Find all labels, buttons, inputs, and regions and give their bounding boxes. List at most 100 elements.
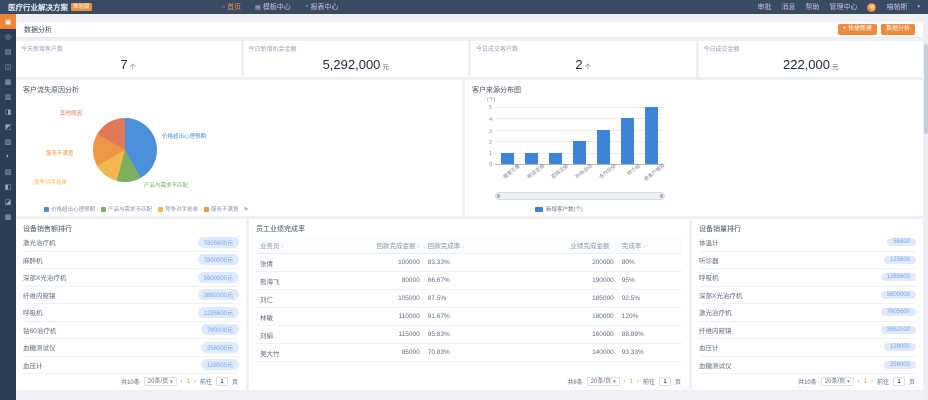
- page-size-select[interactable]: 20条/页▾: [144, 377, 177, 386]
- page-unit: 页: [909, 377, 915, 386]
- next-page-icon[interactable]: ›: [637, 379, 639, 385]
- legend-item[interactable]: 价格超出心理预期: [44, 205, 95, 213]
- legend-item[interactable]: 服务不满意: [204, 205, 239, 213]
- chevron-down-icon: ▾: [847, 378, 850, 386]
- template-icon: ▤: [255, 4, 261, 11]
- sidebar-item-team[interactable]: ◧: [0, 179, 16, 194]
- data-analysis-button[interactable]: 数据分析: [881, 24, 915, 35]
- datazoom-slider[interactable]: [495, 192, 665, 200]
- column-header-salesperson[interactable]: 业务员 ↕: [256, 237, 320, 254]
- top-right: 审批 消息 帮助 管理中心 喵 喵帕斯 ▾: [757, 2, 920, 12]
- pie-label: 竞争对手抢单: [34, 178, 67, 186]
- legend-swatch: [204, 207, 209, 212]
- chevron-down-icon[interactable]: ▾: [917, 4, 920, 10]
- nav-messages[interactable]: 消息: [781, 2, 795, 12]
- total-count: 共6条: [567, 377, 582, 386]
- bar-legend[interactable]: 新增客户数(个): [535, 205, 583, 213]
- list-item: 钴60治疗机780000元: [23, 322, 239, 340]
- datazoom-handle-right[interactable]: [660, 194, 663, 198]
- value-badge: 1285600元: [198, 307, 239, 318]
- y-axis-unit: (个): [487, 96, 495, 103]
- dashboard-icon: ▣: [5, 18, 12, 26]
- sidebar-item-document[interactable]: ▥: [0, 89, 16, 104]
- legend-item[interactable]: 竞争对手抢单: [158, 205, 198, 213]
- bar[interactable]: [597, 130, 610, 164]
- sidebar-item-lab[interactable]: ◨: [0, 104, 16, 119]
- legend-item[interactable]: 产品与需求不匹配: [101, 205, 152, 213]
- x-tick: 搜索引擎: [499, 163, 522, 183]
- page-number[interactable]: 1: [630, 379, 633, 385]
- prev-page-icon[interactable]: ‹: [181, 379, 183, 385]
- prev-page-icon[interactable]: ‹: [858, 379, 860, 385]
- bar[interactable]: [549, 153, 562, 164]
- datazoom-handle-left[interactable]: [497, 194, 500, 198]
- sidebar-item-gallery[interactable]: ▦: [0, 74, 16, 89]
- prev-page-icon[interactable]: ‹: [624, 379, 626, 385]
- column-header-performance-amount[interactable]: 业绩完成金额 ↕: [514, 237, 618, 254]
- main-content: 数据分析 + 快捷新建 数据分析 今天新增客户数 7个 今日新增机会金额 5,2…: [16, 14, 923, 400]
- top-nav: ⌂ 首页 ▤ 模板中心 ◔ 报表中心: [222, 2, 339, 12]
- value-badge: 125600: [884, 256, 916, 264]
- gallery-icon: ▦: [5, 78, 12, 86]
- legend-next-icon[interactable]: ▶: [245, 206, 249, 212]
- page-unit: 页: [232, 377, 238, 386]
- table-row: 林敏11000091.67%180000120%: [256, 308, 682, 326]
- clock-icon: ◪: [5, 198, 12, 206]
- page-number[interactable]: 1: [187, 379, 190, 385]
- bar[interactable]: [573, 141, 586, 164]
- pagination: 共10条 20条/页▾ ‹ 1 › 前往 页: [121, 377, 238, 386]
- nav-template-center[interactable]: ▤ 模板中心: [255, 2, 291, 12]
- bar[interactable]: [501, 153, 514, 164]
- list-item: 激光治疗机7805600元: [23, 234, 239, 252]
- goto-page-input[interactable]: [659, 377, 671, 386]
- sidebar-item-dashboard[interactable]: ▣: [0, 14, 16, 29]
- next-page-icon[interactable]: ›: [194, 379, 196, 385]
- column-header-payment-amount[interactable]: 回款完成金额 ↕: [320, 237, 424, 254]
- nav-help[interactable]: 帮助: [805, 2, 819, 12]
- bar[interactable]: [525, 153, 538, 164]
- page-size-select[interactable]: 20条/页▾: [821, 377, 854, 386]
- equipment-sales-volume-panel: 设备销量排行 体温计56800 听诊器125600 呼吸机1285600 深部X…: [692, 219, 923, 390]
- sidebar-item-calendar[interactable]: ▨: [0, 164, 16, 179]
- sidebar-item-target[interactable]: ◎: [0, 29, 16, 44]
- sidebar-item-customers[interactable]: ◩: [0, 119, 16, 134]
- value-badge: 7805600元: [198, 237, 239, 248]
- stat-card-deal-amount: 今日成交金额 222,000元: [699, 41, 924, 77]
- sidebar-item-clock[interactable]: ◪: [0, 194, 16, 209]
- avatar[interactable]: 喵: [867, 3, 876, 12]
- page-number[interactable]: 1: [864, 379, 867, 385]
- list-item: 血压计128000元: [23, 357, 239, 375]
- bar[interactable]: [645, 107, 658, 164]
- bar[interactable]: [621, 118, 634, 164]
- sidebar-item-training[interactable]: ◫: [0, 59, 16, 74]
- nav-report-center[interactable]: ◔ 报表中心: [305, 2, 339, 12]
- y-tick: 3: [480, 129, 492, 135]
- table-row: 刘娟11500095.83%16000088.89%: [256, 326, 682, 344]
- customer-source-panel: 客户来源分布图 (个) 5 4 3 2 1 0: [465, 80, 923, 216]
- quick-create-button[interactable]: + 快捷新建: [838, 24, 877, 35]
- username[interactable]: 喵帕斯: [886, 2, 907, 12]
- table-row: 刘仁10500087.5%18500092.5%: [256, 290, 682, 308]
- legend-swatch: [158, 207, 163, 212]
- column-header-payment-rate[interactable]: 回款完成率 ↕: [424, 237, 514, 254]
- sidebar-item-monitor[interactable]: ▧: [0, 134, 16, 149]
- nav-approval[interactable]: 审批: [757, 2, 771, 12]
- equipment-sales-amount-panel: 设备销售额排行 激光治疗机7805600元 麻醉机7800000元 深部X光治疗…: [16, 219, 246, 390]
- page-size-select[interactable]: 20条/页▾: [587, 377, 620, 386]
- sidebar-item-office[interactable]: ▤: [0, 44, 16, 59]
- pie-chart[interactable]: [93, 118, 157, 182]
- next-page-icon[interactable]: ›: [871, 379, 873, 385]
- sidebar-item-share[interactable]: ▩: [0, 209, 16, 224]
- scrollbar-thumb[interactable]: [924, 44, 928, 134]
- nav-admin-center[interactable]: 管理中心: [829, 2, 857, 12]
- sidebar-item-moon[interactable]: ◐: [0, 149, 16, 164]
- list-item: 血糖测试仪256000: [699, 357, 916, 375]
- column-header-completion-rate[interactable]: 完成率 ↕: [618, 237, 682, 254]
- pie-chart-title: 客户流失原因分析: [23, 85, 455, 95]
- nav-home[interactable]: ⌂ 首页: [222, 2, 242, 12]
- stat-value: 7: [120, 57, 127, 72]
- goto-page-input[interactable]: [216, 377, 228, 386]
- goto-page-input[interactable]: [893, 377, 905, 386]
- training-icon: ◫: [5, 63, 12, 71]
- list-item: 麻醉机7800000元: [23, 252, 239, 270]
